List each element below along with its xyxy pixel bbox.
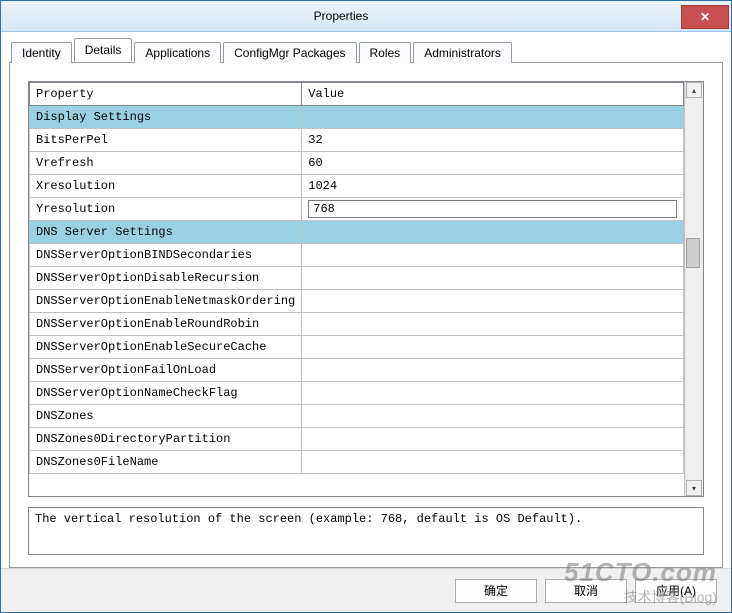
close-icon: ✕ bbox=[700, 10, 710, 24]
property-row: DNSServerOptionEnableNetmaskOrdering bbox=[30, 290, 684, 313]
property-row: DNSServerOptionEnableSecureCache bbox=[30, 336, 684, 359]
property-value-cell[interactable] bbox=[302, 428, 684, 451]
property-value-cell[interactable] bbox=[302, 451, 684, 474]
property-value-cell[interactable]: 32 bbox=[302, 129, 684, 152]
property-name-cell[interactable]: DNSServerOptionNameCheckFlag bbox=[30, 382, 302, 405]
property-grid-wrap: Property Value Display SettingsBitsPerPe… bbox=[28, 81, 704, 497]
titlebar-title: Properties bbox=[1, 9, 681, 23]
property-row: DNSZones0DirectoryPartition bbox=[30, 428, 684, 451]
property-value-cell[interactable]: 1024 bbox=[302, 175, 684, 198]
property-value-cell[interactable] bbox=[302, 267, 684, 290]
property-name-cell: DNS Server Settings bbox=[30, 221, 302, 244]
property-value-cell bbox=[302, 221, 684, 244]
property-table: Property Value Display SettingsBitsPerPe… bbox=[29, 82, 684, 474]
property-value-cell[interactable] bbox=[302, 290, 684, 313]
close-button[interactable]: ✕ bbox=[681, 5, 729, 29]
property-name-cell[interactable]: DNSZones bbox=[30, 405, 302, 428]
tab-configmgr-packages[interactable]: ConfigMgr Packages bbox=[223, 42, 356, 63]
property-value-cell[interactable] bbox=[302, 405, 684, 428]
property-name-cell[interactable]: Xresolution bbox=[30, 175, 302, 198]
property-value-cell[interactable] bbox=[302, 336, 684, 359]
vertical-scrollbar[interactable]: ▴ ▾ bbox=[684, 82, 703, 496]
tab-administrators[interactable]: Administrators bbox=[413, 42, 512, 63]
ok-button[interactable]: 确定 bbox=[455, 579, 537, 603]
property-name-cell[interactable]: DNSServerOptionDisableRecursion bbox=[30, 267, 302, 290]
property-value-cell[interactable] bbox=[302, 359, 684, 382]
tab-strip: IdentityDetailsApplicationsConfigMgr Pac… bbox=[11, 40, 723, 62]
tab-details[interactable]: Details bbox=[74, 38, 133, 62]
property-name-cell[interactable]: Vrefresh bbox=[30, 152, 302, 175]
scroll-down-button[interactable]: ▾ bbox=[686, 480, 702, 496]
property-value-cell bbox=[302, 106, 684, 129]
property-name-cell[interactable]: Yresolution bbox=[30, 198, 302, 221]
scroll-up-button[interactable]: ▴ bbox=[686, 82, 702, 98]
chevron-down-icon: ▾ bbox=[692, 484, 696, 493]
property-row: Xresolution1024 bbox=[30, 175, 684, 198]
property-row: DNSServerOptionBINDSecondaries bbox=[30, 244, 684, 267]
property-row: BitsPerPel32 bbox=[30, 129, 684, 152]
scroll-track[interactable] bbox=[686, 98, 702, 480]
apply-button[interactable]: 应用(A) bbox=[635, 579, 717, 603]
property-value-cell[interactable]: 60 bbox=[302, 152, 684, 175]
property-name-cell[interactable]: DNSServerOptionEnableNetmaskOrdering bbox=[30, 290, 302, 313]
dialog-button-bar: 确定 取消 应用(A) 51CTO.com 技术博客(Blog) bbox=[1, 568, 731, 612]
property-name-cell[interactable]: DNSZones0DirectoryPartition bbox=[30, 428, 302, 451]
tab-applications[interactable]: Applications bbox=[134, 42, 221, 63]
section-row: DNS Server Settings bbox=[30, 221, 684, 244]
chevron-up-icon: ▴ bbox=[692, 86, 696, 95]
property-value-input[interactable] bbox=[308, 200, 677, 218]
property-name-cell[interactable]: BitsPerPel bbox=[30, 129, 302, 152]
tab-identity[interactable]: Identity bbox=[11, 42, 72, 63]
property-name-cell[interactable]: DNSServerOptionEnableRoundRobin bbox=[30, 313, 302, 336]
properties-dialog: Properties ✕ IdentityDetailsApplications… bbox=[0, 0, 732, 613]
tab-panel-details: Property Value Display SettingsBitsPerPe… bbox=[9, 62, 723, 568]
property-row: DNSServerOptionDisableRecursion bbox=[30, 267, 684, 290]
tab-roles[interactable]: Roles bbox=[359, 42, 412, 63]
property-name-cell[interactable]: DNSServerOptionEnableSecureCache bbox=[30, 336, 302, 359]
property-row: Yresolution bbox=[30, 198, 684, 221]
property-value-cell[interactable] bbox=[302, 244, 684, 267]
property-name-cell: Display Settings bbox=[30, 106, 302, 129]
property-row: DNSServerOptionFailOnLoad bbox=[30, 359, 684, 382]
col-header-property[interactable]: Property bbox=[30, 83, 302, 106]
content-area: IdentityDetailsApplicationsConfigMgr Pac… bbox=[1, 32, 731, 568]
section-row: Display Settings bbox=[30, 106, 684, 129]
titlebar: Properties ✕ bbox=[1, 1, 731, 32]
property-value-cell[interactable] bbox=[302, 198, 684, 221]
property-row: DNSServerOptionEnableRoundRobin bbox=[30, 313, 684, 336]
property-name-cell[interactable]: DNSServerOptionFailOnLoad bbox=[30, 359, 302, 382]
property-grid: Property Value Display SettingsBitsPerPe… bbox=[29, 82, 684, 496]
property-name-cell[interactable]: DNSServerOptionBINDSecondaries bbox=[30, 244, 302, 267]
property-value-cell[interactable] bbox=[302, 382, 684, 405]
scroll-thumb[interactable] bbox=[686, 238, 700, 268]
property-row: DNSZones0FileName bbox=[30, 451, 684, 474]
property-row: Vrefresh60 bbox=[30, 152, 684, 175]
property-help-text: The vertical resolution of the screen (e… bbox=[28, 507, 704, 555]
property-row: DNSZones bbox=[30, 405, 684, 428]
property-row: DNSServerOptionNameCheckFlag bbox=[30, 382, 684, 405]
property-table-header-row: Property Value bbox=[30, 83, 684, 106]
property-name-cell[interactable]: DNSZones0FileName bbox=[30, 451, 302, 474]
cancel-button[interactable]: 取消 bbox=[545, 579, 627, 603]
property-value-cell[interactable] bbox=[302, 313, 684, 336]
col-header-value[interactable]: Value bbox=[302, 83, 684, 106]
